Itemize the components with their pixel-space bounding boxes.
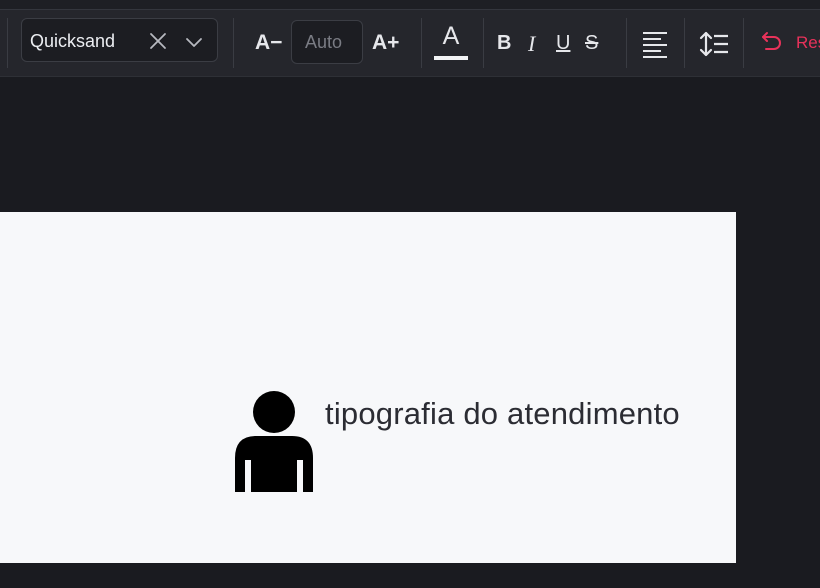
align-left-icon[interactable] xyxy=(642,30,668,63)
person-icon xyxy=(234,390,314,492)
preview-text: tipografia do atendimento xyxy=(325,396,680,431)
reset-label: Reset xyxy=(796,33,820,52)
close-icon[interactable] xyxy=(148,31,168,51)
decrease-font-size-button[interactable]: A− xyxy=(255,32,282,53)
font-family-select[interactable]: Quicksand xyxy=(21,18,218,62)
toolbar-divider xyxy=(7,18,8,68)
text-color-button[interactable]: A xyxy=(433,24,469,64)
chevron-down-icon[interactable] xyxy=(184,32,204,52)
font-size-input[interactable] xyxy=(291,20,363,64)
font-family-value: Quicksand xyxy=(30,31,116,51)
toolbar-divider xyxy=(483,18,484,68)
strikethrough-button[interactable]: S xyxy=(585,33,598,53)
text-color-letter: A xyxy=(442,22,460,50)
toolbar-divider xyxy=(743,18,744,68)
line-height-icon[interactable] xyxy=(699,30,729,63)
bold-button[interactable]: B xyxy=(497,33,511,53)
increase-font-size-button[interactable]: A+ xyxy=(372,32,399,53)
toolbar-divider xyxy=(626,18,627,68)
text-color-swatch xyxy=(434,56,468,60)
toolbar-divider xyxy=(233,18,234,68)
italic-button[interactable]: I xyxy=(528,33,535,55)
underline-button[interactable]: U xyxy=(556,33,570,53)
reset-button[interactable]: Reset xyxy=(760,30,820,56)
window-top-strip xyxy=(0,0,820,10)
preview-canvas: tipografia do atendimento xyxy=(0,212,736,563)
undo-icon xyxy=(760,29,784,58)
text-toolbar: Quicksand A− A+ A B I U S xyxy=(0,10,820,77)
toolbar-divider xyxy=(684,18,685,68)
toolbar-divider xyxy=(421,18,422,68)
